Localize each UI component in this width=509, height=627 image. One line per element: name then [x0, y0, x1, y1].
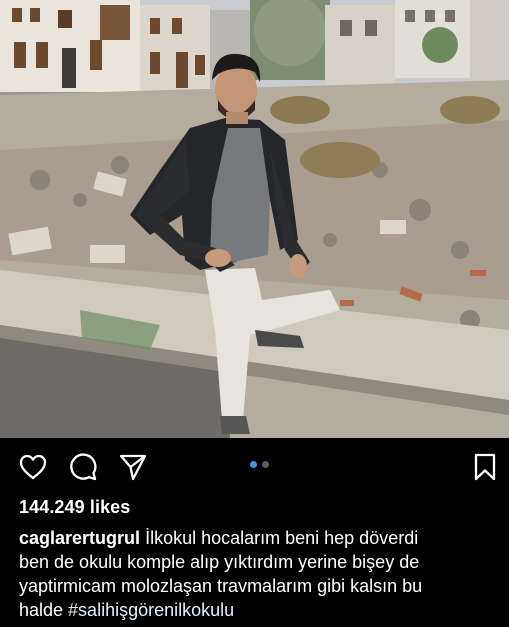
- caption-line-2: ben de okulu komple alıp yıktırdım yerin…: [19, 552, 420, 572]
- rubble-scene-image: [0, 0, 509, 438]
- heart-icon[interactable]: [18, 452, 48, 482]
- bookmark-icon[interactable]: [470, 452, 500, 482]
- paper-plane-icon[interactable]: [118, 452, 148, 482]
- post-action-bar: [0, 438, 509, 496]
- likes-count[interactable]: 144.249 likes: [19, 497, 130, 518]
- caption-text: İlkokul hocalarım beni hep döverdi: [145, 528, 419, 548]
- post-caption: caglarertugrul İlkokul hocalarım beni he…: [19, 526, 497, 622]
- caption-text: halde: [19, 600, 69, 620]
- caption-line-1: caglarertugrul İlkokul hocalarım beni he…: [19, 526, 497, 550]
- hashtag-link[interactable]: #salihişgörenilkokulu: [68, 600, 234, 620]
- caption-line-3: yaptirmicam molozlaşan travmalarım gibi …: [19, 576, 423, 596]
- post-photo[interactable]: [0, 0, 509, 438]
- carousel-dot: [262, 461, 269, 468]
- caption-line-4: halde #salihişgörenilkokulu: [19, 598, 497, 622]
- username-link[interactable]: caglarertugrul: [19, 528, 140, 548]
- carousel-dot-active: [250, 461, 257, 468]
- comment-icon[interactable]: [68, 452, 98, 482]
